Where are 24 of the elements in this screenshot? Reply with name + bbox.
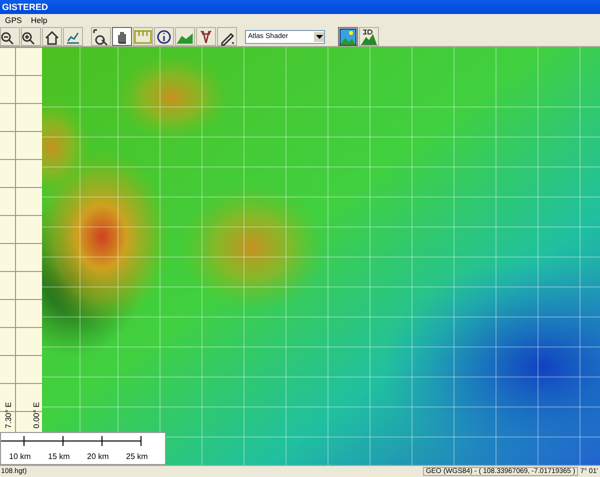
terrain-3d-icon [360,28,378,46]
tool-button[interactable] [42,27,62,46]
window-title: GISTERED [2,2,48,12]
landscape-icon [339,28,357,46]
ruler-icon [134,28,152,46]
tool-button[interactable] [91,27,111,46]
info-icon [155,28,173,46]
longitude-label: 0.00° E [32,402,41,429]
zoom-box-icon [92,28,110,46]
tool-button[interactable] [0,27,20,46]
view-button[interactable] [338,27,358,46]
tool-button[interactable] [154,27,174,46]
view-button[interactable] [359,27,379,46]
terrain-map[interactable] [42,47,600,466]
scale-label: 15 km [48,452,70,462]
scale-label: 10 km [9,452,31,462]
scale-label: 25 km [126,452,148,462]
tool-button[interactable] [21,27,41,46]
menu-item[interactable]: Help [30,16,48,26]
caret-icon [316,34,322,39]
longitude-label: 7.30° E [4,402,13,429]
tool-button[interactable] [217,27,237,46]
scale-label: 20 km [87,452,109,462]
menu-item[interactable]: GPS [5,16,22,26]
